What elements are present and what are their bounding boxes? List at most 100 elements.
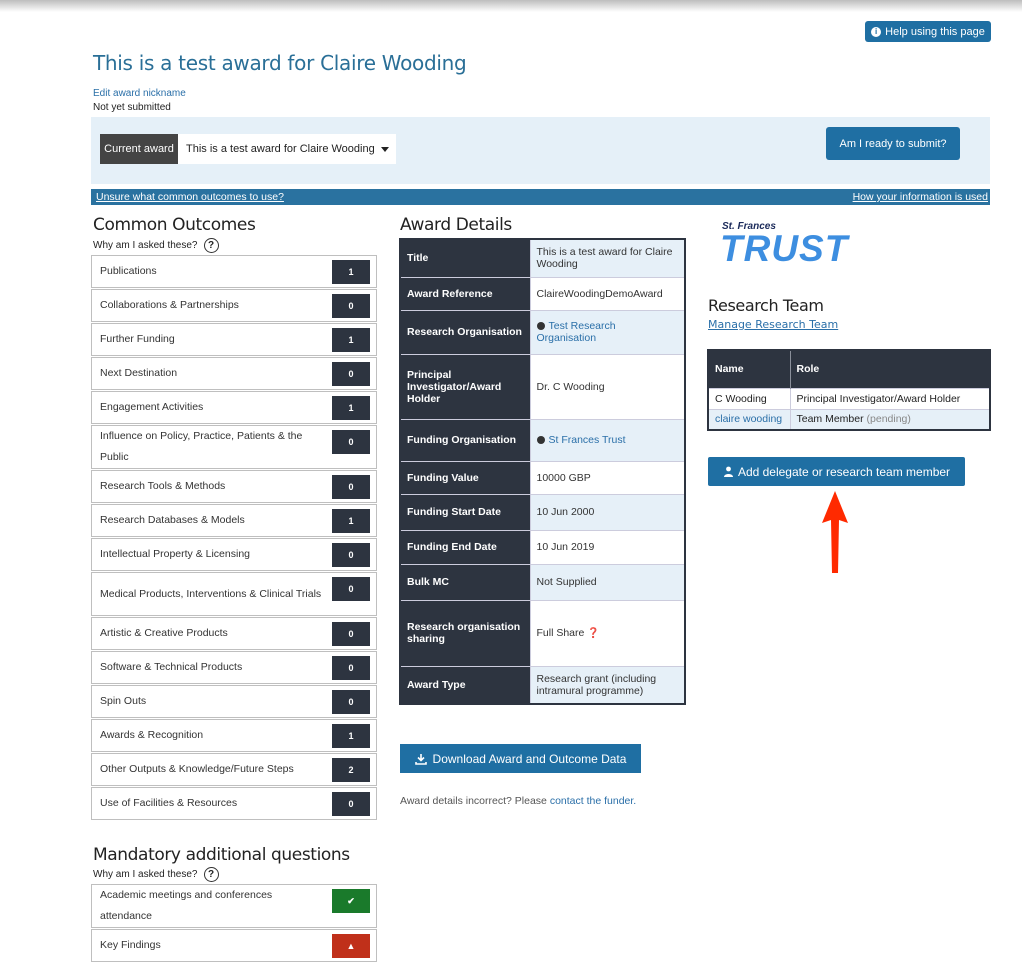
table-row: Funding End Date 10 Jun 2019	[400, 530, 685, 565]
outcome-count-badge: 1	[332, 328, 370, 352]
common-outcomes-list: Publications 1 Collaborations & Partnershi…	[91, 255, 377, 821]
outcome-item[interactable]: Intellectual Property & Licensing 0	[91, 538, 377, 571]
detail-link[interactable]: St Frances Trust	[549, 434, 626, 446]
outcome-item[interactable]: Artistic & Creative Products 0	[91, 617, 377, 650]
common-outcomes-heading: Common Outcomes	[93, 215, 256, 235]
detail-link[interactable]: Test Research Organisation	[537, 320, 616, 344]
check-icon: ✔	[332, 889, 370, 913]
outcome-item[interactable]: Research Databases & Models 1	[91, 504, 377, 537]
detail-value: Research grant (including intramural pro…	[529, 666, 685, 705]
question-icon: ?	[203, 867, 219, 882]
outcome-item[interactable]: Collaborations & Partnerships 0	[91, 289, 377, 322]
download-data-button[interactable]: Download Award and Outcome Data	[400, 744, 641, 773]
outcome-label: Artistic & Creative Products	[100, 627, 228, 639]
detail-key: Award Type	[400, 666, 530, 705]
column-header-name: Name	[708, 350, 790, 388]
outcome-label: Publications	[100, 265, 157, 277]
top-shadow	[0, 0, 1022, 12]
detail-key: Funding Start Date	[400, 494, 530, 531]
outcome-item[interactable]: Publications 1	[91, 255, 377, 288]
help-icon[interactable]: ❓	[584, 628, 599, 639]
member-name-link[interactable]: claire wooding	[708, 408, 790, 430]
info-icon: i	[871, 26, 882, 37]
outcome-item[interactable]: Medical Products, Interventions & Clinic…	[91, 572, 377, 616]
add-member-label: Add delegate or research team member	[737, 464, 951, 479]
outcome-count-badge: 0	[332, 430, 370, 454]
detail-value-text: Not Supplied	[536, 576, 597, 588]
mandatory-item[interactable]: Key Findings ▲	[91, 929, 377, 962]
information-usage-link[interactable]: How your information is used	[853, 191, 988, 203]
detail-value-text: Dr. C Wooding	[536, 380, 605, 393]
red-arrow-annotation	[822, 491, 848, 573]
table-row: Funding Value 10000 GBP	[400, 461, 685, 495]
outcome-item[interactable]: Engagement Activities 1	[91, 391, 377, 424]
why-asked-text: Why am I asked these?	[93, 240, 198, 251]
table-row: Funding Organisation St Frances Trust	[400, 419, 685, 462]
ready-to-submit-button[interactable]: Am I ready to submit?	[826, 127, 960, 160]
outcome-item[interactable]: Other Outputs & Knowledge/Future Steps 2	[91, 753, 377, 786]
outcome-count-badge: 0	[332, 792, 370, 816]
outcome-count-badge: 0	[332, 475, 370, 499]
mandatory-item[interactable]: Academic meetings and conferences attend…	[91, 884, 377, 928]
detail-key: Research organisation sharing	[400, 600, 530, 667]
outcome-item[interactable]: Software & Technical Products 0	[91, 651, 377, 684]
outcome-item[interactable]: Use of Facilities & Resources 0	[91, 787, 377, 820]
detail-value-text: 10000 GBP	[536, 471, 591, 484]
help-label: Help using this page	[885, 25, 985, 38]
detail-value[interactable]: St Frances Trust	[529, 419, 685, 462]
table-row: Research Organisation Test Research Organ…	[400, 310, 685, 355]
detail-key: Research Organisation	[400, 310, 530, 355]
why-asked-outcomes[interactable]: Why am I asked these? ?	[93, 238, 219, 253]
caret-down-icon	[380, 146, 389, 152]
table-row: Research organisation sharing Full Share …	[400, 600, 685, 667]
outcome-count-badge: 0	[332, 690, 370, 714]
outcome-item[interactable]: Next Destination 0	[91, 357, 377, 390]
download-icon	[414, 753, 427, 765]
outcome-label: Intellectual Property & Licensing	[100, 548, 250, 560]
globe-icon	[536, 322, 545, 331]
table-row: Principal Investigator/Award Holder Dr. C…	[400, 354, 685, 420]
role-text: Team Member	[796, 413, 864, 426]
detail-value: Full Share ❓	[529, 600, 685, 667]
detail-key: Principal Investigator/Award Holder	[400, 354, 530, 420]
download-label: Download Award and Outcome Data	[432, 751, 627, 766]
common-outcomes-help-link[interactable]: Unsure what common outcomes to use?	[96, 191, 284, 203]
research-team-table: Name Role C Wooding Principal Investigat…	[707, 349, 991, 431]
detail-key: Funding Organisation	[400, 419, 530, 462]
table-row: claire wooding Team Member (pending)	[708, 408, 990, 430]
outcome-label: Medical Products, Interventions & Clinic…	[100, 587, 322, 600]
outcome-label: Collaborations & Partnerships	[100, 299, 239, 311]
mandatory-label: Key Findings	[100, 939, 161, 951]
outcome-label: Next Destination	[100, 367, 178, 379]
incorrect-text: Award details incorrect? Please	[400, 795, 547, 807]
current-award-dropdown[interactable]: This is a test award for Claire Wooding	[178, 134, 396, 164]
outcome-label: Further Funding	[100, 333, 175, 345]
outcome-item[interactable]: Spin Outs 0	[91, 685, 377, 718]
outcome-item[interactable]: Influence on Policy, Practice, Patients …	[91, 425, 377, 469]
contact-funder-link[interactable]: contact the funder.	[550, 795, 636, 807]
edit-nickname-link[interactable]: Edit award nickname	[93, 88, 186, 99]
outcome-label: Spin Outs	[100, 695, 147, 707]
why-asked-mandatory[interactable]: Why am I asked these? ?	[93, 867, 219, 882]
member-role: Principal Investigator/Award Holder	[789, 387, 990, 409]
help-button[interactable]: i Help using this page	[865, 21, 991, 42]
add-team-member-button[interactable]: Add delegate or research team member	[708, 457, 965, 486]
table-row: Award Type Research grant (including intr…	[400, 666, 685, 705]
detail-value-text: Research grant (including intramural pro…	[536, 672, 657, 697]
detail-value-text: Full Share	[536, 627, 585, 639]
outcome-count-badge: 0	[332, 294, 370, 318]
outcome-item[interactable]: Research Tools & Methods 0	[91, 470, 377, 503]
manage-team-link[interactable]: Manage Research Team	[708, 318, 838, 331]
detail-value[interactable]: Test Research Organisation	[529, 310, 685, 355]
outcome-label: Use of Facilities & Resources	[100, 797, 238, 809]
user-icon	[723, 466, 733, 477]
award-details-table: Title This is a test award for Claire Woo…	[399, 238, 686, 705]
table-row: Title This is a test award for Claire Woo…	[400, 239, 685, 278]
globe-icon	[536, 436, 545, 445]
detail-key: Bulk MC	[400, 564, 530, 601]
member-name: C Wooding	[708, 387, 790, 409]
outcome-count-badge: 0	[332, 577, 370, 601]
outcome-item[interactable]: Awards & Recognition 1	[91, 719, 377, 752]
detail-key: Funding Value	[400, 461, 530, 495]
outcome-item[interactable]: Further Funding 1	[91, 323, 377, 356]
